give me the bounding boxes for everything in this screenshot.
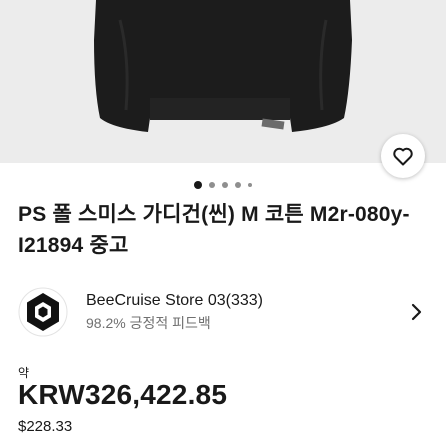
- cardigan-photo: [0, 0, 446, 163]
- carousel-dot[interactable]: [209, 182, 215, 188]
- listing-title: PS 폴 스미스 가디건(씬) M 코튼 M2r-080y-I21894 중고: [18, 203, 410, 257]
- hexagon-logo-icon: [18, 287, 68, 337]
- carousel-dot[interactable]: [222, 182, 228, 188]
- seller-feedback: 98.2% 긍정적 피드백: [86, 315, 211, 331]
- price-amount: KRW326,422.85: [18, 379, 228, 410]
- carousel-dot[interactable]: [194, 181, 202, 189]
- chevron-right-icon[interactable]: [410, 302, 424, 322]
- product-image[interactable]: [0, 0, 446, 163]
- seller-name[interactable]: BeeCruise Store 03(333): [86, 291, 410, 311]
- carousel-dot[interactable]: [235, 182, 241, 188]
- favorite-button[interactable]: [381, 134, 425, 178]
- seller-row[interactable]: BeeCruise Store 03(333) 98.2% 긍정적 피드백: [18, 286, 428, 338]
- original-price: $228.33: [18, 418, 73, 435]
- heart-outline-icon: [393, 147, 413, 166]
- carousel-pagination[interactable]: [0, 180, 446, 190]
- carousel-dot[interactable]: [248, 183, 252, 187]
